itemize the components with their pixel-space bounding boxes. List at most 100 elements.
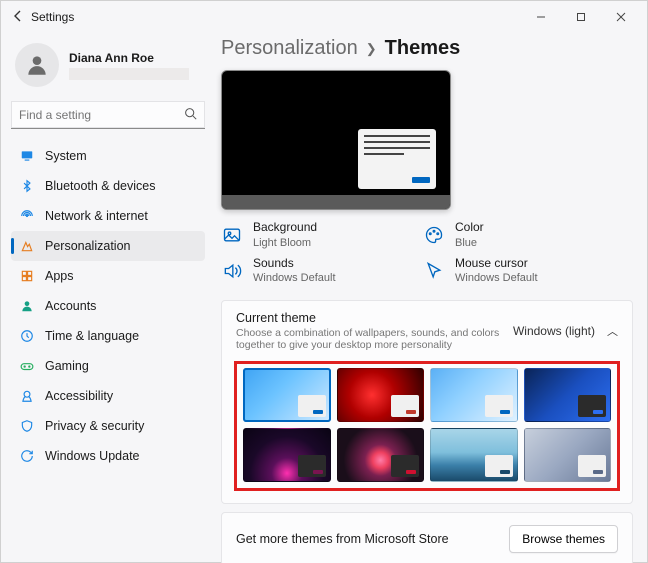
nav-icon <box>19 298 35 314</box>
prop-background-label: Background <box>253 220 317 236</box>
sidebar: Diana Ann Roe System Bluetooth & devices N… <box>1 33 211 563</box>
store-text: Get more themes from Microsoft Store <box>236 532 509 546</box>
nav-item-bluetooth-devices[interactable]: Bluetooth & devices <box>11 171 205 201</box>
nav-list: System Bluetooth & devices Network & inter… <box>11 141 205 471</box>
back-button[interactable] <box>7 9 29 26</box>
nav-item-system[interactable]: System <box>11 141 205 171</box>
prop-cursor-value: Windows Default <box>455 271 538 285</box>
nav-label: Accounts <box>45 299 96 313</box>
user-name: Diana Ann Roe <box>69 51 189 65</box>
nav-label: Personalization <box>45 239 130 253</box>
nav-item-accessibility[interactable]: Accessibility <box>11 381 205 411</box>
theme-tile-accent <box>593 410 603 414</box>
nav-icon <box>19 178 35 194</box>
search-box[interactable] <box>11 101 205 129</box>
nav-item-apps[interactable]: Apps <box>11 261 205 291</box>
theme-preview <box>221 70 451 210</box>
prop-color[interactable]: ColorBlue <box>423 220 601 250</box>
nav-item-privacy-security[interactable]: Privacy & security <box>11 411 205 441</box>
nav-label: System <box>45 149 87 163</box>
theme-tile-accent <box>500 410 510 414</box>
chevron-right-icon: ❯ <box>366 41 377 57</box>
nav-label: Windows Update <box>45 449 140 463</box>
nav-icon <box>19 418 35 434</box>
search-input[interactable] <box>19 108 184 122</box>
store-panel: Get more themes from Microsoft Store Bro… <box>221 512 633 563</box>
themes-grid <box>243 368 611 482</box>
window-controls <box>521 3 641 31</box>
prop-cursor-label: Mouse cursor <box>455 256 538 272</box>
current-theme-value: Windows (light) <box>513 324 595 338</box>
titlebar: Settings <box>1 1 647 33</box>
nav-label: Bluetooth & devices <box>45 179 156 193</box>
current-theme-header[interactable]: Current theme Choose a combination of wa… <box>222 301 632 361</box>
prop-background[interactable]: BackgroundLight Bloom <box>221 220 399 250</box>
nav-item-windows-update[interactable]: Windows Update <box>11 441 205 471</box>
maximize-button[interactable] <box>561 3 601 31</box>
prop-sounds-value: Windows Default <box>253 271 336 285</box>
user-email-placeholder <box>69 68 189 80</box>
theme-tile-4[interactable] <box>243 428 331 482</box>
theme-tile-6[interactable] <box>430 428 518 482</box>
breadcrumb: Personalization ❯ Themes <box>221 37 633 60</box>
nav-label: Apps <box>45 269 74 283</box>
nav-label: Time & language <box>45 329 139 343</box>
minimize-button[interactable] <box>521 3 561 31</box>
theme-tile-accent <box>313 410 323 414</box>
theme-tile-7[interactable] <box>524 428 612 482</box>
nav-label: Privacy & security <box>45 419 144 433</box>
theme-tile-accent <box>406 470 416 474</box>
nav-icon <box>19 148 35 164</box>
theme-tile-accent <box>313 470 323 474</box>
theme-tile-accent <box>593 470 603 474</box>
theme-tile-3[interactable] <box>524 368 612 422</box>
nav-icon <box>19 238 35 254</box>
picture-icon <box>221 224 243 246</box>
cursor-icon <box>423 260 445 282</box>
breadcrumb-current: Themes <box>385 37 461 60</box>
preview-taskbar <box>222 195 450 209</box>
prop-background-value: Light Bloom <box>253 236 317 250</box>
theme-properties: BackgroundLight Bloom ColorBlue SoundsWi… <box>221 220 601 286</box>
nav-icon <box>19 388 35 404</box>
window-title: Settings <box>29 10 74 24</box>
close-button[interactable] <box>601 3 641 31</box>
nav-item-network-internet[interactable]: Network & internet <box>11 201 205 231</box>
theme-tile-2[interactable] <box>430 368 518 422</box>
prop-color-value: Blue <box>455 236 484 250</box>
nav-item-accounts[interactable]: Accounts <box>11 291 205 321</box>
theme-tile-5[interactable] <box>337 428 425 482</box>
nav-label: Network & internet <box>45 209 148 223</box>
prop-sounds-label: Sounds <box>253 256 336 272</box>
prop-color-label: Color <box>455 220 484 236</box>
themes-highlight-box <box>234 361 620 491</box>
preview-window-card <box>358 129 436 189</box>
content-area: Personalization ❯ Themes BackgroundLight… <box>211 33 647 563</box>
nav-item-time-language[interactable]: Time & language <box>11 321 205 351</box>
profile-block[interactable]: Diana Ann Roe <box>11 37 205 101</box>
nav-icon <box>19 358 35 374</box>
current-theme-subtitle: Choose a combination of wallpapers, soun… <box>236 327 513 351</box>
nav-icon <box>19 328 35 344</box>
current-theme-panel: Current theme Choose a combination of wa… <box>221 300 633 504</box>
palette-icon <box>423 224 445 246</box>
nav-label: Gaming <box>45 359 89 373</box>
search-icon <box>184 107 197 123</box>
prop-sounds[interactable]: SoundsWindows Default <box>221 256 399 286</box>
theme-tile-1[interactable] <box>337 368 425 422</box>
chevron-up-icon: ︿ <box>607 323 618 339</box>
current-theme-title: Current theme <box>236 311 513 325</box>
nav-icon <box>19 448 35 464</box>
sound-icon <box>221 260 243 282</box>
nav-item-personalization[interactable]: Personalization <box>11 231 205 261</box>
theme-tile-accent <box>406 410 416 414</box>
theme-tile-accent <box>500 470 510 474</box>
avatar <box>15 43 59 87</box>
browse-themes-button[interactable]: Browse themes <box>509 525 618 553</box>
nav-icon <box>19 268 35 284</box>
nav-label: Accessibility <box>45 389 113 403</box>
prop-cursor[interactable]: Mouse cursorWindows Default <box>423 256 601 286</box>
breadcrumb-parent[interactable]: Personalization <box>221 37 358 60</box>
nav-item-gaming[interactable]: Gaming <box>11 351 205 381</box>
theme-tile-0[interactable] <box>243 368 331 422</box>
